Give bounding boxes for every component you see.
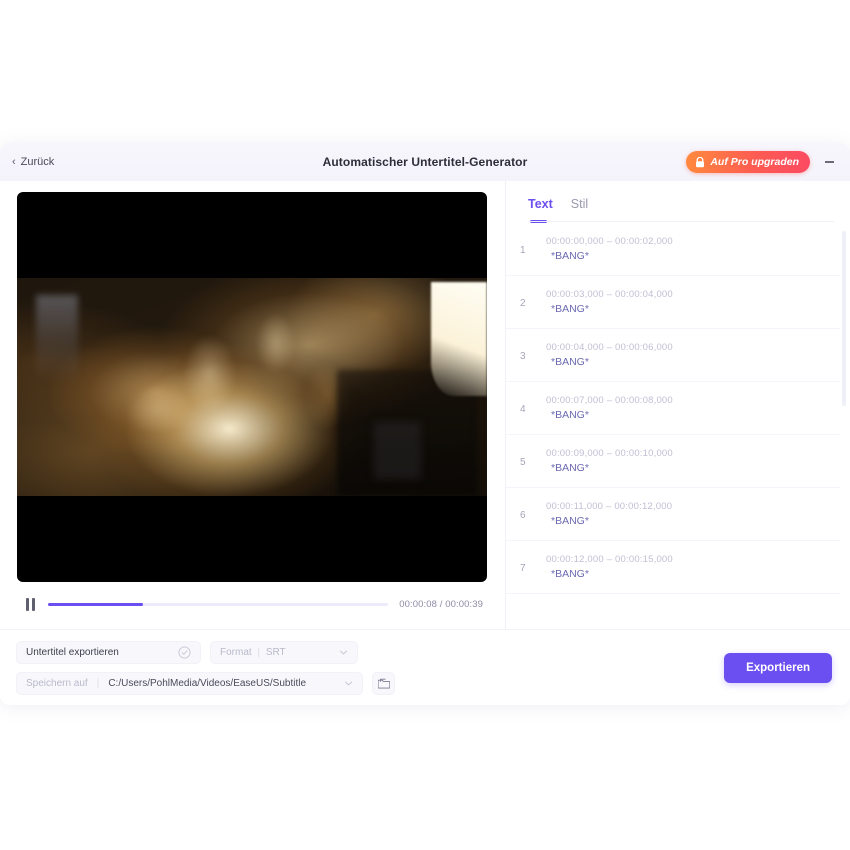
subtitle-timecode: 00:00:12,000 – 00:00:15,000 [546, 554, 673, 565]
subtitle-index: 4 [520, 404, 526, 415]
upgrade-to-pro-label: Auf Pro upgraden [710, 156, 799, 168]
subtitle-text[interactable]: *BANG* [546, 515, 830, 527]
app-body: 00:00:08 / 00:00:39 Text Stil 1 00:00:00… [0, 181, 850, 705]
subtitle-timecode: 00:00:03,000 – 00:00:04,000 [546, 289, 673, 300]
player-controls: 00:00:08 / 00:00:39 [17, 582, 487, 613]
subtitle-timecode: 00:00:04,000 – 00:00:06,000 [546, 342, 673, 353]
video-progress-fill [48, 603, 144, 606]
subtitle-list-scrollbar[interactable] [842, 231, 846, 406]
tab-text[interactable]: Text [528, 197, 553, 223]
subtitle-body: 00:00:04,000 – 00:00:06,000 *BANG* [546, 342, 830, 368]
subtitle-index: 5 [520, 457, 526, 468]
upgrade-to-pro-button[interactable]: Auf Pro upgraden [686, 151, 810, 173]
dark-silhouette-secondary [374, 421, 422, 479]
table-row[interactable]: 2 00:00:03,000 – 00:00:04,000 *BANG* [506, 276, 840, 329]
export-fields: Untertitel exportieren Format | SRT Spei… [16, 640, 395, 695]
subtitle-text[interactable]: *BANG* [546, 250, 830, 262]
table-row[interactable]: 5 00:00:09,000 – 00:00:10,000 *BANG* [506, 435, 840, 488]
subtitle-body: 00:00:12,000 – 00:00:15,000 *BANG* [546, 554, 830, 580]
subtitle-index: 7 [520, 563, 526, 574]
save-path-select[interactable]: Speichern auf | C:/Users/PohlMedia/Video… [16, 671, 363, 695]
table-row[interactable]: 7 00:00:12,000 – 00:00:15,000 *BANG* [506, 541, 840, 594]
app-window: ‹ Zurück Automatischer Untertitel-Genera… [0, 143, 850, 705]
subtitle-index: 3 [520, 351, 526, 362]
subtitle-body: 00:00:09,000 – 00:00:10,000 *BANG* [546, 448, 830, 474]
titlebar: ‹ Zurück Automatischer Untertitel-Genera… [0, 143, 850, 181]
subtitle-timecode: 00:00:09,000 – 00:00:10,000 [546, 448, 673, 459]
tabs-divider [528, 221, 834, 222]
subtitle-index: 2 [520, 298, 526, 309]
video-progress-bar[interactable] [48, 603, 389, 606]
check-circle-icon [178, 645, 191, 659]
table-row[interactable]: 1 00:00:00,000 – 00:00:02,000 *BANG* [506, 223, 840, 276]
save-path-value: C:/Users/PohlMedia/Videos/EaseUS/Subtitl… [108, 677, 307, 689]
table-row[interactable]: 3 00:00:04,000 – 00:00:06,000 *BANG* [506, 329, 840, 382]
video-preview[interactable] [17, 192, 487, 582]
subtitle-timecode: 00:00:11,000 – 00:00:12,000 [546, 501, 673, 512]
window-light-glow [430, 282, 487, 396]
format-label: Format [220, 646, 252, 658]
subtitle-text[interactable]: *BANG* [546, 568, 830, 580]
chevron-down-icon [339, 650, 348, 654]
video-frame-content [17, 278, 487, 496]
subtitle-body: 00:00:07,000 – 00:00:08,000 *BANG* [546, 395, 830, 421]
back-button-label: Zurück [20, 156, 55, 168]
export-options-row: Untertitel exportieren Format | SRT [16, 640, 395, 664]
save-path-row: Speichern auf | C:/Users/PohlMedia/Video… [16, 671, 395, 695]
subtitle-text[interactable]: *BANG* [546, 409, 830, 421]
format-label-group: Format | SRT [220, 647, 286, 658]
save-to-label: Speichern auf [26, 677, 88, 689]
export-button[interactable]: Exportieren [724, 652, 832, 683]
background-blur-left [35, 295, 79, 383]
table-row[interactable]: 6 00:00:11,000 – 00:00:12,000 *BANG* [506, 488, 840, 541]
export-subtitle-field[interactable]: Untertitel exportieren [16, 640, 201, 664]
chevron-down-icon [344, 681, 353, 685]
subtitle-timecode: 00:00:00,000 – 00:00:02,000 [546, 236, 673, 247]
field-separator: | [96, 677, 100, 689]
subtitle-index: 1 [520, 245, 526, 256]
subtitle-body: 00:00:11,000 – 00:00:12,000 *BANG* [546, 501, 830, 527]
back-button[interactable]: ‹ Zurück [12, 156, 54, 168]
subtitle-body: 00:00:00,000 – 00:00:02,000 *BANG* [546, 236, 830, 262]
subtitle-pane: Text Stil 1 00:00:00,000 – 00:00:02,000 … [505, 181, 850, 705]
lock-icon [696, 156, 705, 167]
folder-icon [377, 678, 390, 689]
video-time-label: 00:00:08 / 00:00:39 [399, 599, 483, 610]
format-select[interactable]: Format | SRT [210, 640, 358, 664]
subtitle-text[interactable]: *BANG* [546, 356, 830, 368]
field-separator: | [257, 646, 261, 658]
pause-icon[interactable] [24, 596, 37, 613]
video-pane: 00:00:08 / 00:00:39 [0, 181, 505, 705]
titlebar-actions: Auf Pro upgraden [686, 151, 850, 173]
subtitle-body: 00:00:03,000 – 00:00:04,000 *BANG* [546, 289, 830, 315]
browse-folder-button[interactable] [372, 671, 395, 695]
subtitle-tabs: Text Stil [506, 197, 850, 223]
table-row[interactable]: 4 00:00:07,000 – 00:00:08,000 *BANG* [506, 382, 840, 435]
export-bar: Untertitel exportieren Format | SRT Spei… [0, 629, 850, 705]
export-subtitle-label: Untertitel exportieren [26, 646, 119, 658]
subtitle-index: 6 [520, 510, 526, 521]
subtitle-text[interactable]: *BANG* [546, 303, 830, 315]
minimize-icon[interactable] [820, 153, 838, 171]
tab-stil[interactable]: Stil [571, 197, 588, 223]
chevron-left-icon: ‹ [12, 155, 16, 168]
format-value: SRT [265, 646, 286, 658]
subtitle-text[interactable]: *BANG* [546, 462, 830, 474]
subtitle-timecode: 00:00:07,000 – 00:00:08,000 [546, 395, 673, 406]
